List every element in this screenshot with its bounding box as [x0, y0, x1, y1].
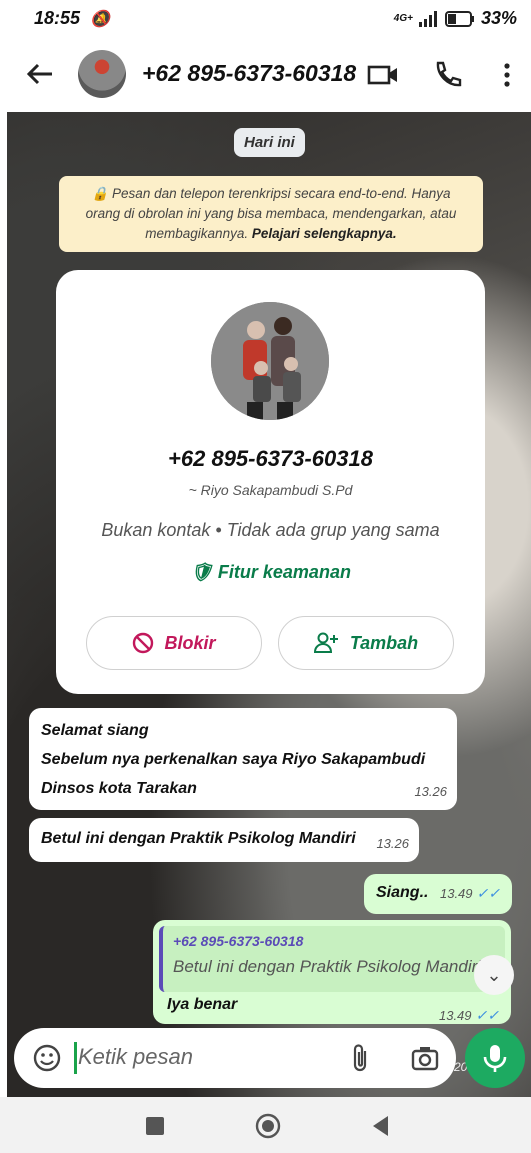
quoted-message[interactable]: +62 895-6373-60318 Betul ini dengan Prak…	[159, 926, 505, 992]
sticker-icon[interactable]	[32, 1043, 62, 1073]
message-line: Betul ini dengan Praktik Psikolog Mandir…	[41, 830, 356, 847]
more-options-icon[interactable]	[490, 58, 524, 92]
shield-icon: 🛡	[190, 562, 213, 582]
contact-info: Bukan kontak • Tidak ada grup yang sama	[101, 520, 440, 540]
learn-more-link[interactable]: Pelajari selengkapnya.	[252, 226, 397, 241]
mute-icon: 🔕	[90, 11, 110, 28]
message-composer: Ketik pesan 20	[14, 1028, 467, 1088]
chat-area[interactable]: Hari ini 🔒 Pesan dan telepon terenkripsi…	[7, 112, 531, 1097]
lock-icon: 🔒	[91, 186, 109, 201]
message-line: Sebelum nya perkenalkan saya Riyo Sakapa…	[41, 751, 426, 768]
block-label: Blokir	[164, 632, 216, 653]
double-check-icon: ✓✓	[476, 885, 500, 901]
add-label: Tambah	[349, 632, 419, 653]
voice-message-button[interactable]	[465, 1028, 525, 1088]
chat-header: +62 895-6373-60318	[0, 40, 531, 112]
attach-icon[interactable]	[348, 1042, 372, 1074]
text-cursor	[74, 1042, 77, 1074]
scroll-down-button[interactable]: ⌄	[474, 955, 514, 995]
security-features-link[interactable]: 🛡 Fitur keamanan	[56, 562, 485, 583]
add-contact-button[interactable]: Tambah	[278, 616, 454, 670]
security-label: Fitur keamanan	[217, 562, 351, 582]
status-time: 18:55	[34, 8, 81, 28]
camera-icon[interactable]	[410, 1043, 440, 1073]
message-input[interactable]: Ketik pesan	[78, 1044, 193, 1070]
battery-percent: 33%	[480, 8, 517, 28]
block-button[interactable]: Blokir	[86, 616, 262, 670]
system-nav-bar	[0, 1097, 531, 1153]
network-label: 4G+	[393, 12, 413, 24]
quoted-text: Betul ini dengan Praktik Psikolog Mandir…	[173, 957, 482, 976]
home-icon[interactable]	[254, 1112, 282, 1140]
microphone-icon	[483, 1045, 507, 1072]
date-chip: Hari ini	[234, 128, 305, 157]
signal-icon	[418, 10, 437, 27]
encryption-notice[interactable]: 🔒 Pesan dan telepon terenkripsi secara e…	[59, 176, 483, 252]
back-nav-icon[interactable]	[370, 1114, 392, 1138]
message-time: 13.49	[438, 1008, 472, 1023]
recents-icon[interactable]	[144, 1115, 166, 1137]
double-check-icon: ✓✓	[475, 1007, 499, 1023]
quoted-sender: +62 895-6373-60318	[173, 933, 304, 949]
message-incoming[interactable]: Selamat siang Sebelum nya perkenalkan sa…	[29, 708, 457, 810]
chevron-down-icon: ⌄	[486, 964, 502, 985]
message-time: 13.49	[439, 886, 473, 901]
message-outgoing[interactable]: Siang.. 13.49 ✓✓	[364, 874, 512, 914]
contact-photo[interactable]	[211, 302, 329, 420]
status-bar: 18:55 🔕 4G+ 33%	[0, 0, 531, 40]
contact-alias: ~ Riyo Sakapambudi S.Pd	[188, 482, 353, 498]
phone-icon[interactable]	[430, 58, 464, 92]
message-time: 13.26	[376, 836, 409, 851]
message-line: Selamat siang	[41, 722, 149, 739]
message-line: Siang..	[376, 884, 429, 901]
back-arrow-icon[interactable]	[24, 58, 56, 90]
add-person-icon	[313, 632, 338, 653]
contact-number: +62 895-6373-60318	[168, 446, 373, 471]
message-line: Dinsos kota Tarakan	[41, 780, 197, 797]
block-icon	[133, 632, 154, 654]
message-incoming[interactable]: Betul ini dengan Praktik Psikolog Mandir…	[29, 818, 419, 862]
message-outgoing-reply[interactable]: +62 895-6373-60318 Betul ini dengan Prak…	[153, 920, 511, 1024]
message-time: 13.26	[414, 784, 447, 799]
avatar[interactable]	[78, 50, 126, 98]
chat-title[interactable]: +62 895-6373-60318	[142, 60, 356, 87]
contact-info-card: +62 895-6373-60318 ~ Riyo Sakapambudi S.…	[56, 270, 485, 694]
battery-icon	[444, 10, 474, 27]
video-call-icon[interactable]	[366, 58, 400, 92]
family-photo-icon	[211, 302, 329, 420]
